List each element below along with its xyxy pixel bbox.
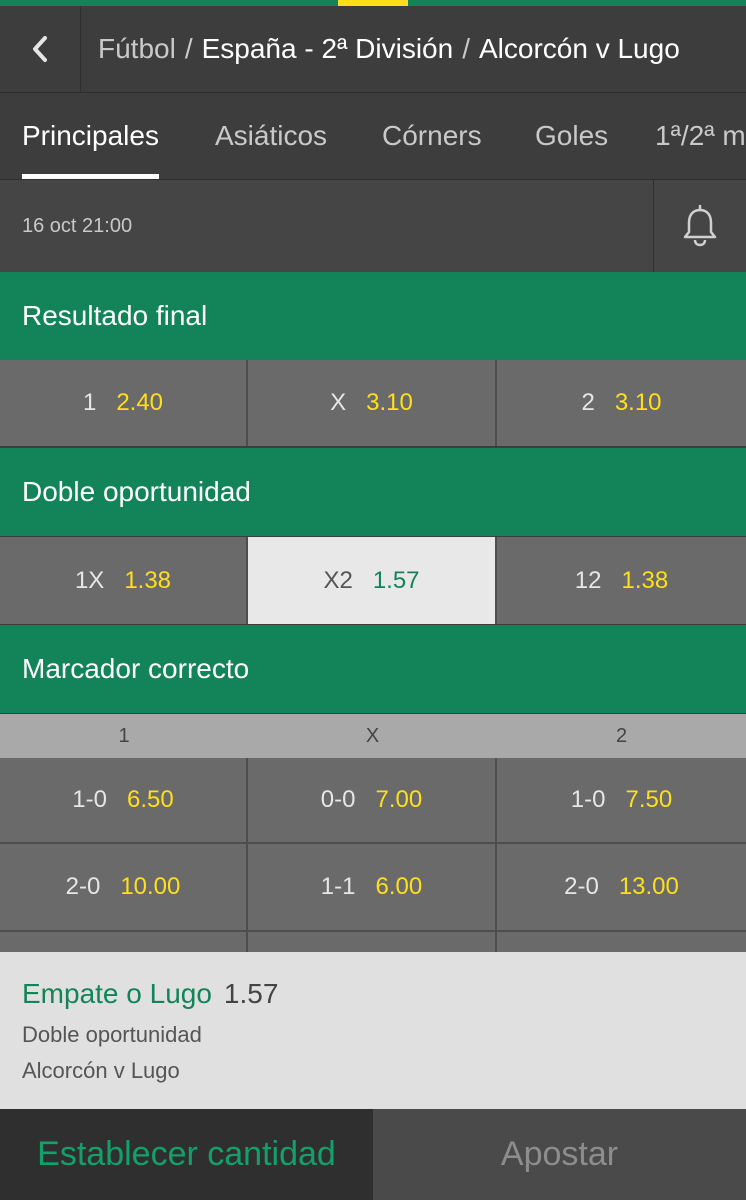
tab-goles[interactable]: Goles — [535, 93, 608, 179]
odds-button-home[interactable]: 1 2.40 — [0, 360, 248, 446]
score-label: 1-0 — [570, 786, 606, 813]
tab-corners[interactable]: Córners — [382, 93, 482, 179]
score-odd: 7.50 — [625, 786, 673, 813]
score-odd: 10.00 — [120, 873, 181, 900]
outcome-label: 2 — [581, 389, 595, 416]
market-title: Doble oportunidad — [22, 476, 251, 507]
tab-principales[interactable]: Principales — [22, 93, 159, 179]
set-stake-button[interactable]: Establecer cantidad — [0, 1109, 373, 1200]
score-odds-button[interactable]: 2-0 10.00 — [0, 844, 248, 930]
breadcrumb: Fútbol / España - 2ª División / Alcorcón… — [98, 6, 680, 92]
betslip-actions: Establecer cantidad Apostar — [0, 1109, 746, 1200]
score-odd: 6.00 — [375, 873, 423, 900]
betslip-selection-row: Empate o Lugo 1.57 — [22, 978, 278, 1010]
outcome-odd: 1.57 — [372, 566, 420, 594]
column-header-draw: X — [365, 724, 380, 747]
odds-row-resultado-final: 1 2.40 X 3.10 2 3.10 — [0, 360, 746, 446]
score-odds-button[interactable] — [248, 932, 497, 952]
outcome-odd: 2.40 — [116, 389, 164, 416]
score-label: 0-0 — [320, 786, 356, 813]
odds-button-draw[interactable]: X 3.10 — [248, 360, 497, 446]
market-header-doble-oportunidad[interactable]: Doble oportunidad — [0, 448, 746, 536]
breadcrumb-event: Alcorcón v Lugo — [478, 33, 680, 64]
score-row-partial — [0, 932, 746, 952]
market-tabs: Principales Asiáticos Córners Goles 1ª/2… — [0, 93, 746, 180]
odds-row-doble-oportunidad: 1X 1.38 X2 1.57 12 1.38 — [0, 537, 746, 624]
back-button[interactable] — [0, 6, 81, 92]
score-odds-button[interactable]: 0-0 7.00 — [248, 758, 497, 842]
column-header-away: 2 — [615, 724, 628, 747]
outcome-odd: 3.10 — [614, 389, 662, 416]
breadcrumb-league[interactable]: España - 2ª División — [202, 33, 454, 65]
score-odd: 6.50 — [126, 786, 174, 813]
odds-button-away[interactable]: 2 3.10 — [497, 360, 746, 446]
breadcrumb-separator: / — [184, 33, 193, 64]
place-bet-button[interactable]: Apostar — [373, 1109, 746, 1200]
market-header-marcador-correcto[interactable]: Marcador correcto — [0, 625, 746, 713]
odds-button-12[interactable]: 12 1.38 — [497, 537, 746, 624]
score-odds-button[interactable]: 1-0 6.50 — [0, 758, 248, 842]
event-info-bar: 16 oct 21:00 — [0, 180, 746, 272]
outcome-odd: 1.38 — [621, 566, 669, 594]
betslip-panel: Empate o Lugo 1.57 Doble oportunidad Alco… — [0, 952, 746, 1109]
score-label: 2-0 — [564, 873, 599, 900]
odds-button-x2-selected[interactable]: X2 1.57 — [248, 537, 497, 624]
score-odds-button[interactable] — [497, 932, 746, 952]
score-column-header: 1 X 2 — [0, 714, 746, 758]
market-title: Resultado final — [22, 300, 208, 331]
betslip-market: Doble oportunidad — [22, 1022, 202, 1047]
score-odds-button[interactable]: 1-0 7.50 — [497, 758, 746, 842]
betslip-odd: 1.57 — [223, 978, 279, 1009]
notification-button[interactable] — [653, 180, 746, 272]
outcome-odd: 3.10 — [366, 389, 413, 416]
score-label: 1-1 — [320, 873, 356, 900]
outcome-label: 1 — [82, 389, 97, 416]
outcome-label: 12 — [574, 566, 602, 594]
event-date: 16 oct 21:00 — [22, 214, 133, 237]
column-header-home: 1 — [118, 724, 130, 747]
breadcrumb-sport[interactable]: Fútbol — [98, 33, 176, 65]
score-label: 1-0 — [72, 786, 107, 813]
outcome-label: 1X — [74, 566, 105, 594]
breadcrumb-separator: / — [462, 33, 470, 64]
outcome-label: X2 — [323, 566, 353, 594]
outcome-odd: 1.38 — [124, 566, 172, 594]
score-odds-button[interactable]: 2-0 13.00 — [497, 844, 746, 930]
score-label: 2-0 — [65, 873, 101, 900]
score-odds-button[interactable] — [0, 932, 248, 952]
score-odds-button[interactable]: 1-1 6.00 — [248, 844, 497, 930]
betslip-event: Alcorcón v Lugo — [22, 1058, 180, 1083]
header: Fútbol / España - 2ª División / Alcorcón… — [0, 6, 746, 93]
tab-halves[interactable]: 1ª/2ª m — [655, 93, 746, 179]
chevron-left-icon — [33, 36, 47, 62]
odds-button-1x[interactable]: 1X 1.38 — [0, 537, 248, 624]
score-odd: 13.00 — [618, 873, 679, 900]
tab-asiaticos[interactable]: Asiáticos — [215, 93, 327, 179]
score-row: 1-0 6.50 0-0 7.00 1-0 7.50 — [0, 758, 746, 844]
score-odd: 7.00 — [375, 786, 423, 813]
outcome-label: X — [330, 389, 347, 416]
betslip-selection: Empate o Lugo — [22, 978, 212, 1009]
market-header-resultado-final[interactable]: Resultado final — [0, 272, 746, 360]
score-row: 2-0 10.00 1-1 6.00 2-0 13.00 — [0, 844, 746, 932]
bell-icon — [683, 204, 717, 247]
market-title: Marcador correcto — [22, 653, 250, 684]
